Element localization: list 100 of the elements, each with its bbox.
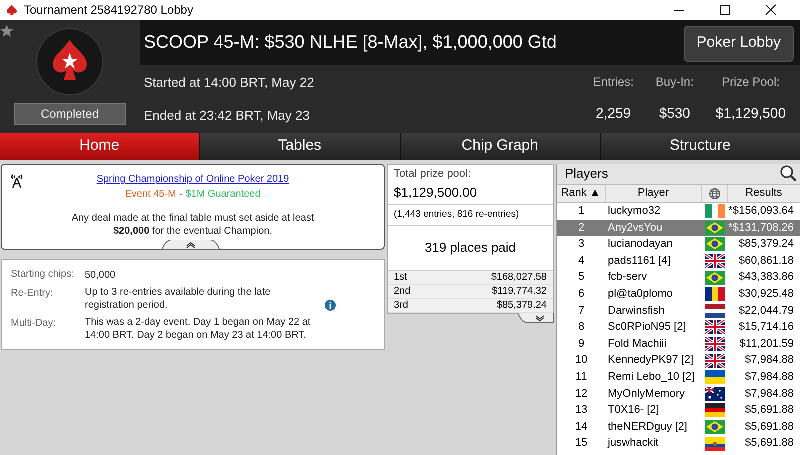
player-row[interactable]: 4 pads1161 [4] $60,861.18 (557, 252, 800, 270)
detail-value: 50,000 (85, 269, 116, 282)
flag-icon (705, 370, 725, 384)
player-column-header[interactable]: Player (606, 185, 702, 202)
results-column-header[interactable]: Results (728, 185, 800, 202)
result-cell-text: $5,691.88 (744, 403, 795, 418)
player-cell-text: T0X16- [2] (607, 403, 660, 418)
player-cell-text: lucianodayan (607, 237, 674, 252)
series-link[interactable]: Spring Championship of Online Poker 2019 (96, 172, 290, 187)
player-cell-text: pl@ta0plomo (607, 287, 674, 302)
antenna-icon (10, 173, 24, 189)
result-cell-text: $43,383.86 (738, 270, 795, 286)
stat-label: Entries: (593, 74, 634, 91)
info-icon[interactable] (325, 300, 336, 311)
player-row[interactable]: 9 Fold Machiii $11,201.59 (557, 336, 800, 352)
flag-icon (705, 287, 725, 302)
window-title: Tournament 2584192780 Lobby (24, 2, 194, 19)
status-badge: Completed (14, 103, 126, 125)
player-cell-text: Any2vsYou (607, 220, 664, 236)
player-row[interactable]: 5 fcb-serv $43,383.86 (557, 269, 800, 286)
player-cell-text: Sc0RPioN95 [2] (607, 320, 688, 336)
rank-cell-text: 10 (574, 353, 589, 368)
result-cell-text: $11,201.59 (738, 336, 795, 352)
player-cell-text: pads1161 [4] (607, 254, 672, 269)
result-cell-text: *$131,708.26 (728, 220, 795, 236)
collapse-icon[interactable] (162, 240, 220, 250)
player-row[interactable]: 11 Remi Lebo_10 [2] $7,984.88 (557, 368, 800, 386)
tab[interactable]: Tables (200, 133, 400, 160)
result-cell-text: *$156,093.64 (728, 204, 795, 220)
flag-icon (705, 220, 725, 235)
player-cell-text: luckymo32 (607, 204, 662, 220)
player-row[interactable]: 7 Darwinsfish $22,044.79 (557, 302, 800, 320)
guarantee-text: $1M Guaranteed (186, 188, 261, 202)
detail-value: This was a 2-day event. Day 1 began on May 22 at 14:00 BRT. Day 2 began on May 23 at 14:00 BRT. (85, 316, 312, 342)
rank-cell-text: 4 (577, 254, 586, 269)
rank-cell-text: 9 (577, 336, 586, 352)
flag-icon (705, 386, 725, 401)
payout-place: 3rd (394, 298, 408, 313)
result-cell-text: $7,984.88 (744, 370, 795, 385)
places-paid: 319 places paid (424, 239, 518, 258)
rank-cell-text: 3 (577, 237, 586, 252)
result-cell-text: $60,861.18 (738, 254, 795, 269)
tournament-title: SCOOP 45-M: $530 NLHE [8-Max], $1,000,000 Gtd (143, 31, 557, 54)
stat-label: Prize Pool: (722, 74, 780, 91)
player-cell-text: KennedyPK97 [2] (607, 353, 695, 368)
flag-icon (705, 436, 725, 451)
player-cell-text: fcb-serv (607, 270, 648, 286)
stat-value: 2,259 (596, 104, 632, 123)
prize-pool-total: $1,129,500.00 (388, 182, 553, 205)
rank-cell-text: 2 (577, 220, 586, 236)
rank-cell-text: 1 (577, 204, 586, 220)
rank-cell-text: 5 (577, 270, 586, 286)
result-cell-text: $5,691.88 (744, 436, 795, 452)
rank-cell-text: 13 (574, 403, 589, 418)
player-cell-text: Darwinsfish (607, 304, 666, 319)
player-cell-text: juswhackit (606, 436, 660, 452)
flag-icon (705, 254, 725, 268)
tab[interactable]: Chip Graph (400, 133, 600, 160)
player-row[interactable]: 15 juswhackit $5,691.88 (557, 435, 800, 452)
notice-text: Any deal made at the final table must set aside at least $20,000 for the eventual Champion. (70, 212, 316, 238)
tab[interactable]: Structure (600, 133, 800, 160)
rank-cell-text: 12 (574, 386, 589, 402)
rank-cell-text: 8 (577, 320, 586, 336)
player-cell-text: theNERDguy [2] (607, 420, 688, 435)
player-row[interactable]: 12 MyOnlyMemory $7,984.88 (557, 386, 800, 402)
player-row[interactable]: 14 theNERDguy [2] $5,691.88 (557, 418, 800, 436)
prize-pool-label: Total prize pool: (393, 167, 472, 182)
spade-logo-icon (36, 28, 104, 96)
rank-cell-text: 15 (574, 436, 589, 452)
player-row[interactable]: 2 Any2vsYou *$131,708.26 (557, 220, 800, 236)
flag-icon (705, 304, 725, 318)
flag-icon (705, 337, 725, 352)
player-row[interactable]: 3 lucianodayan $85,379.24 (557, 236, 800, 253)
result-cell-text: $7,984.88 (744, 353, 795, 368)
flag-icon (705, 237, 725, 252)
result-cell-text: $15,714.16 (738, 320, 795, 336)
players-title: Players (564, 165, 608, 184)
player-row[interactable]: 10 KennedyPK97 [2] $7,984.88 (557, 352, 800, 369)
player-row[interactable]: 1 luckymo32 *$156,093.64 (557, 203, 800, 220)
player-row[interactable]: 6 pl@ta0plomo $30,925.48 (557, 286, 800, 303)
stat-value: $1,129,500 (716, 104, 786, 123)
payout-place: 1st (394, 270, 408, 285)
player-row[interactable]: 13 T0X16- [2] $5,691.88 (557, 402, 800, 419)
detail-label: Re-Entry: (11, 287, 54, 301)
flag-icon (705, 320, 725, 334)
flag-icon (705, 354, 725, 368)
result-cell-text: $30,925.48 (738, 287, 795, 302)
stat-value: $530 (659, 104, 690, 123)
separator-text: - (179, 188, 183, 202)
rank-cell-text: 7 (577, 304, 586, 319)
player-row[interactable]: 8 Sc0RPioN95 [2] $15,714.16 (557, 319, 800, 336)
poker-lobby-button[interactable]: Poker Lobby (684, 26, 794, 62)
end-time: Ended at 23:42 BRT, May 23 (144, 106, 311, 125)
result-cell-text: $5,691.88 (744, 420, 795, 435)
start-time: Started at 14:00 BRT, May 22 (144, 74, 314, 92)
tab[interactable]: Home (0, 133, 200, 160)
result-cell-text: $85,379.24 (738, 237, 795, 252)
star-icon[interactable] (0, 24, 14, 38)
payout-amount: $168,027.58 (491, 270, 547, 285)
rank-column-header[interactable]: Rank ▲ (557, 185, 606, 202)
